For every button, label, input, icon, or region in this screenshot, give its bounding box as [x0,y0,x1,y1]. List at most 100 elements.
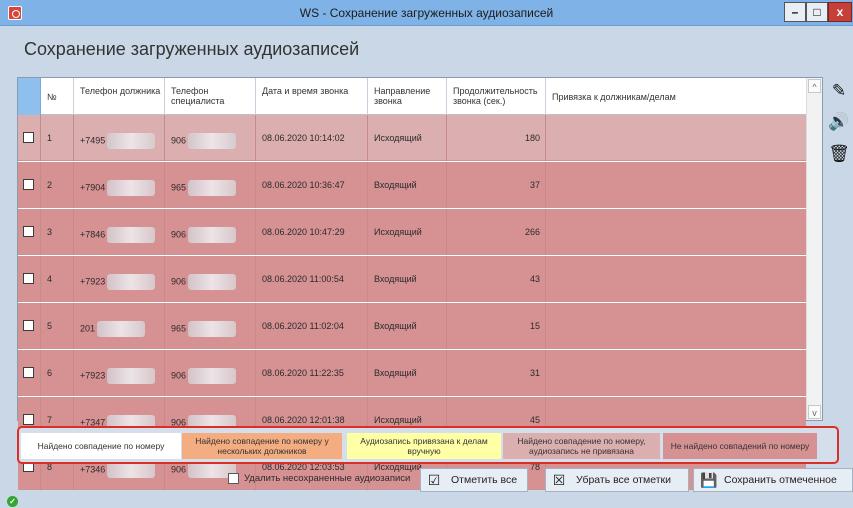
column-header-debtor-phone[interactable]: Телефон должника [74,78,165,115]
cell-duration: 15 [447,303,546,349]
status-ok-icon: ✓ [7,496,18,507]
scroll-down-arrow-icon[interactable]: v [808,405,821,419]
redacted-number-blur [97,321,146,337]
redacted-number-blur [188,227,237,243]
column-header-duration[interactable]: Продолжительность звонка (сек.) [447,78,546,115]
title-bar[interactable]: WS - Сохранение загруженных аудиозаписей… [0,0,853,26]
column-header-binding[interactable]: Привязка к должникам/делам [546,78,806,115]
cell-direction: Входящий [368,350,447,396]
cell-text: 43 [529,274,540,284]
row-checkbox[interactable] [23,367,34,378]
cell-binding [546,256,806,302]
recordings-grid[interactable]: № Телефон должника Телефон специалиста Д… [17,77,823,490]
redacted-number-blur [188,180,237,196]
edit-pencil-icon[interactable]: ✎ [828,80,850,102]
save-marked-label: Сохранить отмеченное [724,474,837,486]
maximize-button[interactable]: □ [806,2,828,22]
cell-num: 1 [41,115,74,161]
table-row[interactable]: 1 +7495 906 08.06.2020 10:14:02 Исходящий 180 [18,115,806,161]
cell-datetime: 08.06.2020 11:00:54 [256,256,368,302]
table-row[interactable]: 3 +7846 906 08.06.2020 10:47:29 Исходящий 266 [18,209,806,255]
cell-specialist-phone: 906 [165,256,256,302]
column-header-num[interactable]: № [41,78,74,115]
cell-text: 906 [171,229,187,240]
row-select-cell [18,350,41,396]
redacted-number-blur [188,321,237,337]
cell-text: 08.06.2020 10:14:02 [262,133,345,143]
cell-text: 08.06.2020 11:00:54 [262,274,344,284]
cell-text: Исходящий [374,133,422,143]
cell-specialist-phone: 965 [165,303,256,349]
cell-datetime: 08.06.2020 10:14:02 [256,115,368,161]
cell-specialist-phone: 906 [165,350,256,396]
vertical-scrollbar[interactable]: ^ v [806,78,822,420]
cell-text: +7346 [80,464,106,475]
column-header-direction[interactable]: Направление звонка [368,78,447,115]
unmark-all-button[interactable]: ☒ Убрать все отметки [545,468,689,492]
cell-binding [546,162,806,208]
redacted-number-blur [107,180,156,196]
cell-datetime: 08.06.2020 11:22:35 [256,350,368,396]
legend-not-found: Не найдено совпадений по номеру [663,433,817,459]
cell-text: 180 [524,133,540,143]
cell-text: +7923 [80,370,106,381]
close-button[interactable]: x [828,2,852,22]
save-marked-button[interactable]: 💾 Сохранить отмеченное [693,468,853,492]
cell-binding [546,115,806,161]
table-row[interactable]: 4 +7923 906 08.06.2020 11:00:54 Входящий 43 [18,256,806,302]
cell-text: Входящий [374,180,417,190]
cell-direction: Входящий [368,256,447,302]
cell-text: +7846 [80,229,106,240]
cell-duration: 37 [447,162,546,208]
clear-marks-icon: ☒ [552,471,566,488]
cell-text: 5 [47,321,53,331]
cell-specialist-phone: 906 [165,209,256,255]
trash-icon[interactable]: 🗑 [828,143,850,165]
column-header-datetime[interactable]: Дата и время звонка [256,78,368,115]
cell-text: +7904 [80,182,106,193]
table-row[interactable]: 5 201 965 08.06.2020 11:02:04 Входящий 15 [18,303,806,349]
legend-linked-manually: Аудиозапись привязана к делам вручную [347,433,501,459]
cell-binding [546,350,806,396]
row-checkbox[interactable] [23,226,34,237]
cell-num: 4 [41,256,74,302]
cell-text: 906 [171,464,187,475]
cell-text: 965 [171,323,187,334]
column-header-specialist-phone[interactable]: Телефон специалиста [165,78,256,115]
cell-text: 3 [47,227,53,237]
mark-all-button[interactable]: ☑ Отметить все [420,468,528,492]
scroll-up-arrow-icon[interactable]: ^ [808,79,821,93]
minimize-button[interactable]: – [784,2,806,22]
select-all-column-header[interactable] [18,78,41,115]
cell-text: 08.06.2020 10:47:29 [262,227,345,237]
cell-text: 08.06.2020 11:02:04 [262,321,344,331]
cell-text: 45 [529,415,540,425]
row-checkbox[interactable] [23,414,34,425]
checklist-icon: ☑ [427,471,441,488]
table-row[interactable]: 2 +7904 965 08.06.2020 10:36:47 Входящий 37 [18,162,806,208]
redacted-number-blur [107,368,156,384]
row-checkbox[interactable] [23,179,34,190]
cell-debtor-phone: +7904 [74,162,165,208]
cell-text: 6 [47,368,53,378]
cell-num: 6 [41,350,74,396]
cell-debtor-phone: +7846 [74,209,165,255]
legend-found-not-linked: Найдено совпадение по номеру, аудиозапис… [503,433,660,459]
legend-found-by-number: Найдено совпадение по номеру [21,433,181,459]
cell-text: 7 [47,415,53,425]
table-row[interactable]: 6 +7923 906 08.06.2020 11:22:35 Входящий 31 [18,350,806,396]
cell-text: +7923 [80,276,106,287]
row-checkbox[interactable] [23,132,34,143]
cell-text: Входящий [374,368,417,378]
cell-text: Входящий [374,274,417,284]
cell-duration: 43 [447,256,546,302]
cell-text: 4 [47,274,53,284]
row-checkbox[interactable] [23,273,34,284]
speaker-icon[interactable]: 🔊 [828,111,850,133]
legend-found-multiple-debtors: Найдено совпадение по номеру у нескольки… [182,433,342,459]
delete-unsaved-checkbox[interactable] [228,473,239,484]
row-checkbox[interactable] [23,320,34,331]
unmark-all-label: Убрать все отметки [576,474,671,486]
page-header: Сохранение загруженных аудиозаписей [0,27,853,67]
cell-num: 2 [41,162,74,208]
